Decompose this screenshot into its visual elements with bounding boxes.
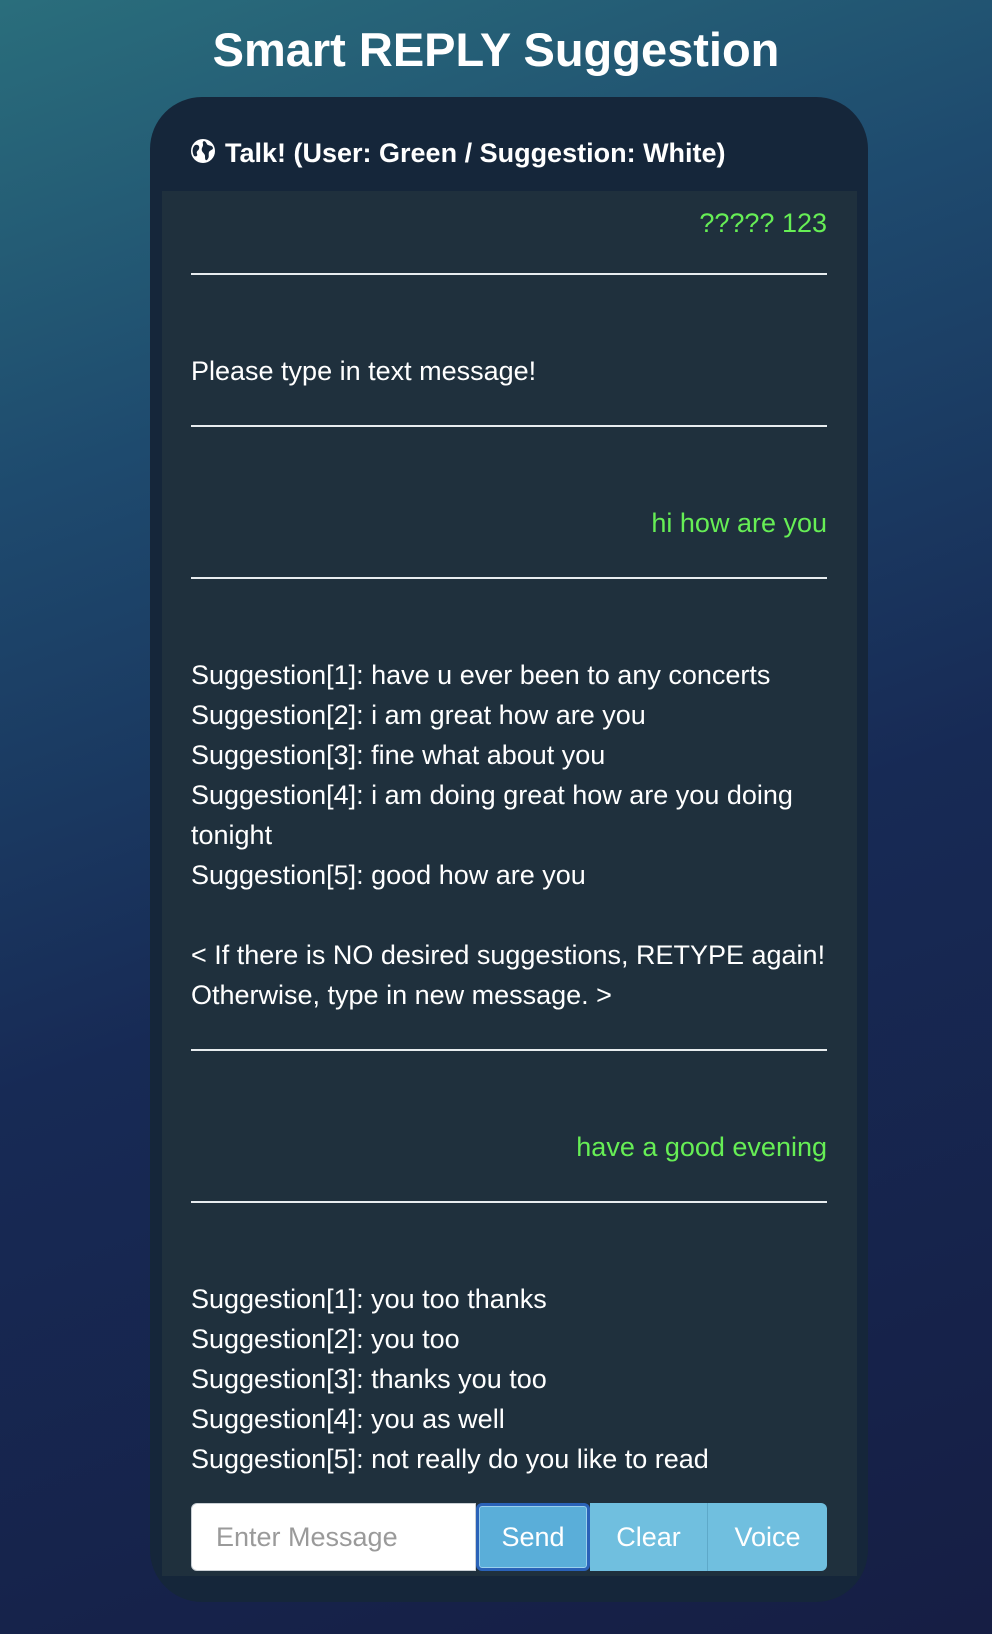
globe-icon [190,138,216,164]
user-message: have a good evening [191,1051,827,1203]
send-button[interactable]: Send [476,1503,590,1571]
message-list: ????? 123 Please type in text message! h… [191,191,827,1519]
chat-header-title: Talk! (User: Green / Suggestion: White) [225,137,726,168]
user-message: ????? 123 [191,191,827,275]
message-text: ????? 123 [699,208,827,238]
message-input[interactable] [191,1503,476,1571]
message-text: Suggestion[1]: you too thanks Suggestion… [191,1284,709,1474]
chat-messages-panel[interactable]: ????? 123 Please type in text message! h… [162,191,857,1576]
chat-header: Talk! (User: Green / Suggestion: White) [190,133,726,173]
message-text: Please type in text message! [191,356,537,386]
voice-button[interactable]: Voice [708,1503,827,1571]
suggestion-message: Suggestion[1]: have u ever been to any c… [191,579,827,1051]
chat-card: Talk! (User: Green / Suggestion: White) … [150,97,868,1602]
user-message: hi how are you [191,427,827,579]
message-text: have a good evening [576,1132,827,1162]
suggestion-message: Please type in text message! [191,275,827,427]
suggestion-message: Suggestion[1]: you too thanks Suggestion… [191,1203,827,1519]
message-text: Suggestion[1]: have u ever been to any c… [191,660,826,1010]
message-input-bar: Send Clear Voice [191,1503,827,1571]
page-title: Smart REPLY Suggestion [212,23,780,76]
message-text: hi how are you [651,508,827,538]
clear-button[interactable]: Clear [590,1503,708,1571]
